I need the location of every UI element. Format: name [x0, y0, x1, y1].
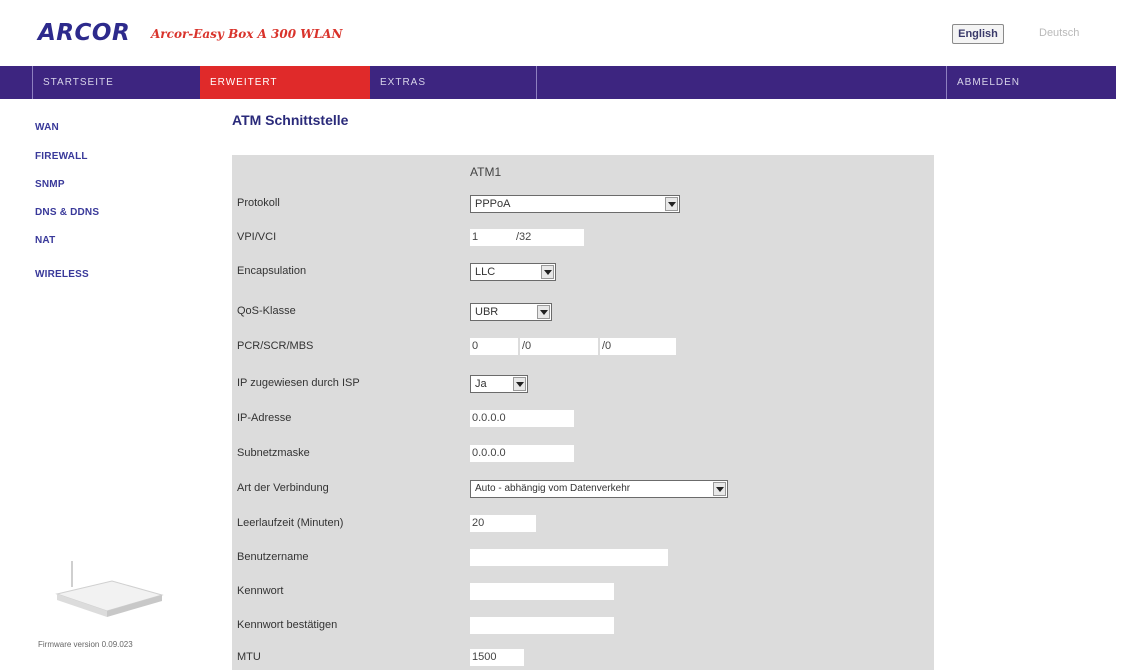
arcor-logo: ARCOR — [38, 20, 131, 46]
page-title: ATM Schnittstelle — [232, 112, 349, 128]
nav-erweitert[interactable]: ERWEITERT — [200, 66, 370, 99]
kennwort-label: Kennwort — [237, 585, 284, 597]
kennwort-bestaetigen-label: Kennwort bestätigen — [237, 619, 338, 631]
ip-adresse-label: IP-Adresse — [237, 412, 292, 424]
kennwort-bestaetigen-input[interactable] — [470, 617, 614, 634]
chevron-down-icon — [541, 265, 554, 279]
pcr-input[interactable]: 0 — [470, 338, 518, 355]
nav-extras[interactable]: EXTRAS — [370, 66, 536, 99]
sidebar-item-wireless[interactable]: WIRELESS — [35, 269, 89, 280]
scr-input[interactable]: /0 — [520, 338, 598, 355]
ip-isp-value: Ja — [475, 378, 487, 390]
art-label: Art der Verbindung — [237, 482, 329, 494]
main-navigation: STARTSEITE ERWEITERT EXTRAS ABMELDEN — [0, 66, 1116, 99]
ip-isp-label: IP zugewiesen durch ISP — [237, 377, 360, 389]
router-image — [55, 561, 164, 617]
kennwort-input[interactable] — [470, 583, 614, 600]
firmware-version: Firmware version 0.09.023 — [38, 640, 133, 649]
protokoll-label: Protokoll — [237, 197, 280, 209]
encapsulation-value: LLC — [475, 266, 496, 278]
sidebar-item-nat[interactable]: NAT — [35, 235, 55, 246]
sidebar-item-wan[interactable]: WAN — [35, 122, 59, 133]
mtu-label: MTU — [237, 651, 261, 663]
sidebar-item-dns-ddns[interactable]: DNS & DDNS — [35, 207, 99, 218]
encapsulation-select[interactable]: LLC — [470, 263, 556, 281]
sidebar-item-snmp[interactable]: SNMP — [35, 179, 65, 190]
chevron-down-icon — [537, 305, 550, 319]
sidebar: WAN FIREWALL SNMP DNS & DDNS NAT WIRELES… — [0, 99, 208, 670]
leerlauf-label: Leerlaufzeit (Minuten) — [237, 517, 344, 529]
atm-form: ATM1 Protokoll PPPoA VPI/VCI 1 /32 Encap… — [232, 155, 934, 670]
language-deutsch-link[interactable]: Deutsch — [1034, 24, 1084, 42]
chevron-down-icon — [713, 482, 726, 496]
pcr-label: PCR/SCR/MBS — [237, 340, 314, 352]
nav-startseite[interactable]: STARTSEITE — [32, 66, 200, 99]
mbs-input[interactable]: /0 — [600, 338, 676, 355]
leerlauf-input[interactable]: 20 — [470, 515, 536, 532]
subnetzmaske-input[interactable]: 0.0.0.0 — [470, 445, 574, 462]
ip-isp-select[interactable]: Ja — [470, 375, 528, 393]
qos-select[interactable]: UBR — [470, 303, 552, 321]
language-english-button[interactable]: English — [952, 24, 1004, 44]
nav-abmelden[interactable]: ABMELDEN — [946, 66, 1116, 99]
nav-spacer — [536, 66, 946, 99]
encapsulation-label: Encapsulation — [237, 265, 307, 277]
art-value: Auto - abhängig vom Datenverkehr — [475, 483, 631, 494]
vpi-input[interactable]: 1 — [470, 229, 514, 246]
vci-input[interactable]: /32 — [514, 229, 584, 246]
benutzername-input[interactable] — [470, 549, 668, 566]
vpivci-label: VPI/VCI — [237, 231, 277, 243]
sidebar-item-firewall[interactable]: FIREWALL — [35, 151, 88, 162]
ip-adresse-input[interactable]: 0.0.0.0 — [470, 410, 574, 427]
protokoll-select[interactable]: PPPoA — [470, 195, 680, 213]
chevron-down-icon — [665, 197, 678, 211]
subnetzmaske-label: Subnetzmaske — [237, 447, 310, 459]
atm1-column-header: ATM1 — [470, 165, 502, 179]
chevron-down-icon — [513, 377, 526, 391]
qos-label: QoS-Klasse — [237, 305, 296, 317]
mtu-input[interactable]: 1500 — [470, 649, 524, 666]
protokoll-value: PPPoA — [475, 198, 511, 210]
art-select[interactable]: Auto - abhängig vom Datenverkehr — [470, 480, 728, 498]
benutzername-label: Benutzername — [237, 551, 309, 563]
product-name: Arcor-Easy Box A 300 WLAN — [151, 27, 343, 41]
qos-value: UBR — [475, 306, 499, 318]
header: ARCOR Arcor-Easy Box A 300 WLAN English … — [0, 0, 1121, 66]
